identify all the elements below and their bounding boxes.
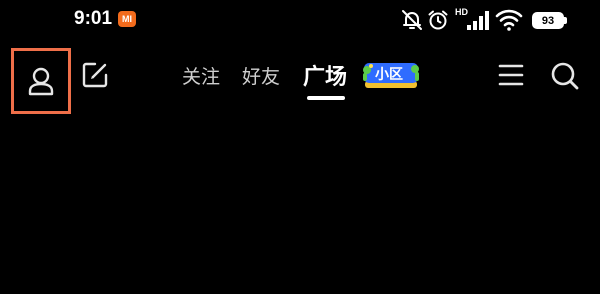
menu-icon[interactable] xyxy=(497,62,525,88)
battery-level: 93 xyxy=(541,14,555,27)
hd-signal-icon: HD xyxy=(455,7,489,30)
active-tab-indicator xyxy=(307,96,345,100)
status-bar: 9:01 MI HD 93 xyxy=(0,0,600,44)
wifi-icon xyxy=(495,9,523,31)
alarm-icon xyxy=(428,10,448,30)
carrier-badge: MI xyxy=(118,11,136,27)
tab-square[interactable]: 广场 xyxy=(303,59,347,91)
community-badge-label: 小区 xyxy=(375,67,403,83)
status-time: 9:01 xyxy=(74,8,113,29)
tab-friends[interactable]: 好友 xyxy=(242,62,280,89)
mute-bell-icon xyxy=(402,10,422,30)
battery-nub xyxy=(564,17,567,24)
community-badge[interactable]: 小区 xyxy=(362,60,420,90)
edit-icon[interactable] xyxy=(80,60,110,90)
profile-button[interactable] xyxy=(11,48,71,114)
profile-icon xyxy=(28,67,54,96)
tab-follow[interactable]: 关注 xyxy=(182,62,220,89)
search-icon[interactable] xyxy=(549,60,581,92)
svg-text:HD: HD xyxy=(455,7,468,17)
battery-icon: 93 xyxy=(532,12,564,29)
